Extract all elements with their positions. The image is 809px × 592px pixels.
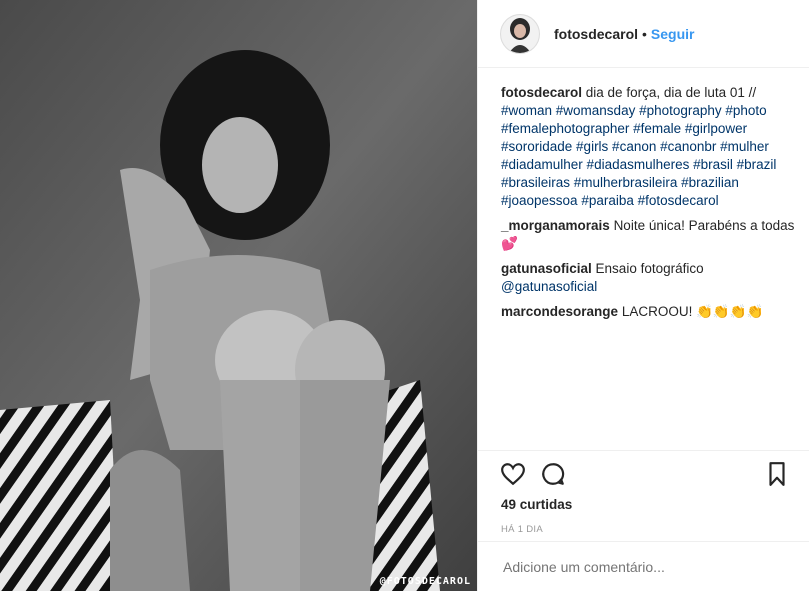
- post-photo[interactable]: @FOTOSDECAROL: [0, 0, 477, 591]
- likes-count[interactable]: 49 curtidas: [478, 497, 809, 512]
- photo-image: [0, 0, 477, 591]
- caption-comment: fotosdecarol dia de força, dia de luta 0…: [501, 84, 799, 210]
- follow-button[interactable]: Seguir: [651, 26, 695, 42]
- comment-username[interactable]: fotosdecarol: [501, 85, 582, 100]
- list-item: _morganamorais Noite única! Parabéns a t…: [501, 217, 799, 253]
- caption-hashtags[interactable]: #woman #womansday #photography #photo #f…: [501, 103, 776, 208]
- comment-text: LACROOU! 👏👏👏👏: [621, 304, 764, 319]
- post-actions: 49 curtidas HÁ 1 DIA: [478, 450, 809, 535]
- list-item: marcondesorange LACROOU! 👏👏👏👏: [501, 303, 799, 321]
- post-timestamp: HÁ 1 DIA: [501, 524, 543, 535]
- action-icons: [478, 451, 809, 491]
- bookmark-icon[interactable]: [764, 461, 790, 487]
- photo-watermark: @FOTOSDECAROL: [379, 576, 471, 587]
- instagram-post: @FOTOSDECAROL fotosdecarol • Seguir foto…: [0, 0, 809, 591]
- avatar[interactable]: [500, 13, 540, 54]
- comment-input[interactable]: [501, 558, 785, 576]
- comment-text: dia de força, dia de luta 01 //: [585, 85, 757, 100]
- list-item: gatunasoficial Ensaio fotográfico @gatun…: [501, 260, 799, 296]
- comments-list: fotosdecarol dia de força, dia de luta 0…: [478, 68, 809, 321]
- comment-mention[interactable]: @gatunasoficial: [501, 279, 597, 294]
- comment-username[interactable]: marcondesorange: [501, 304, 618, 319]
- heart-icon[interactable]: [500, 461, 526, 487]
- post-side-panel: fotosdecarol • Seguir fotosdecarol dia d…: [477, 0, 809, 591]
- comment-text: Ensaio fotográfico: [595, 261, 704, 276]
- comment-username[interactable]: _morganamorais: [501, 218, 610, 233]
- comment-username[interactable]: gatunasoficial: [501, 261, 592, 276]
- add-comment-bar: [478, 541, 809, 592]
- avatar-image: [501, 14, 539, 53]
- header-username[interactable]: fotosdecarol: [554, 26, 638, 42]
- header-separator: •: [642, 25, 647, 42]
- comment-icon[interactable]: [540, 461, 566, 487]
- post-header: fotosdecarol • Seguir: [478, 0, 809, 68]
